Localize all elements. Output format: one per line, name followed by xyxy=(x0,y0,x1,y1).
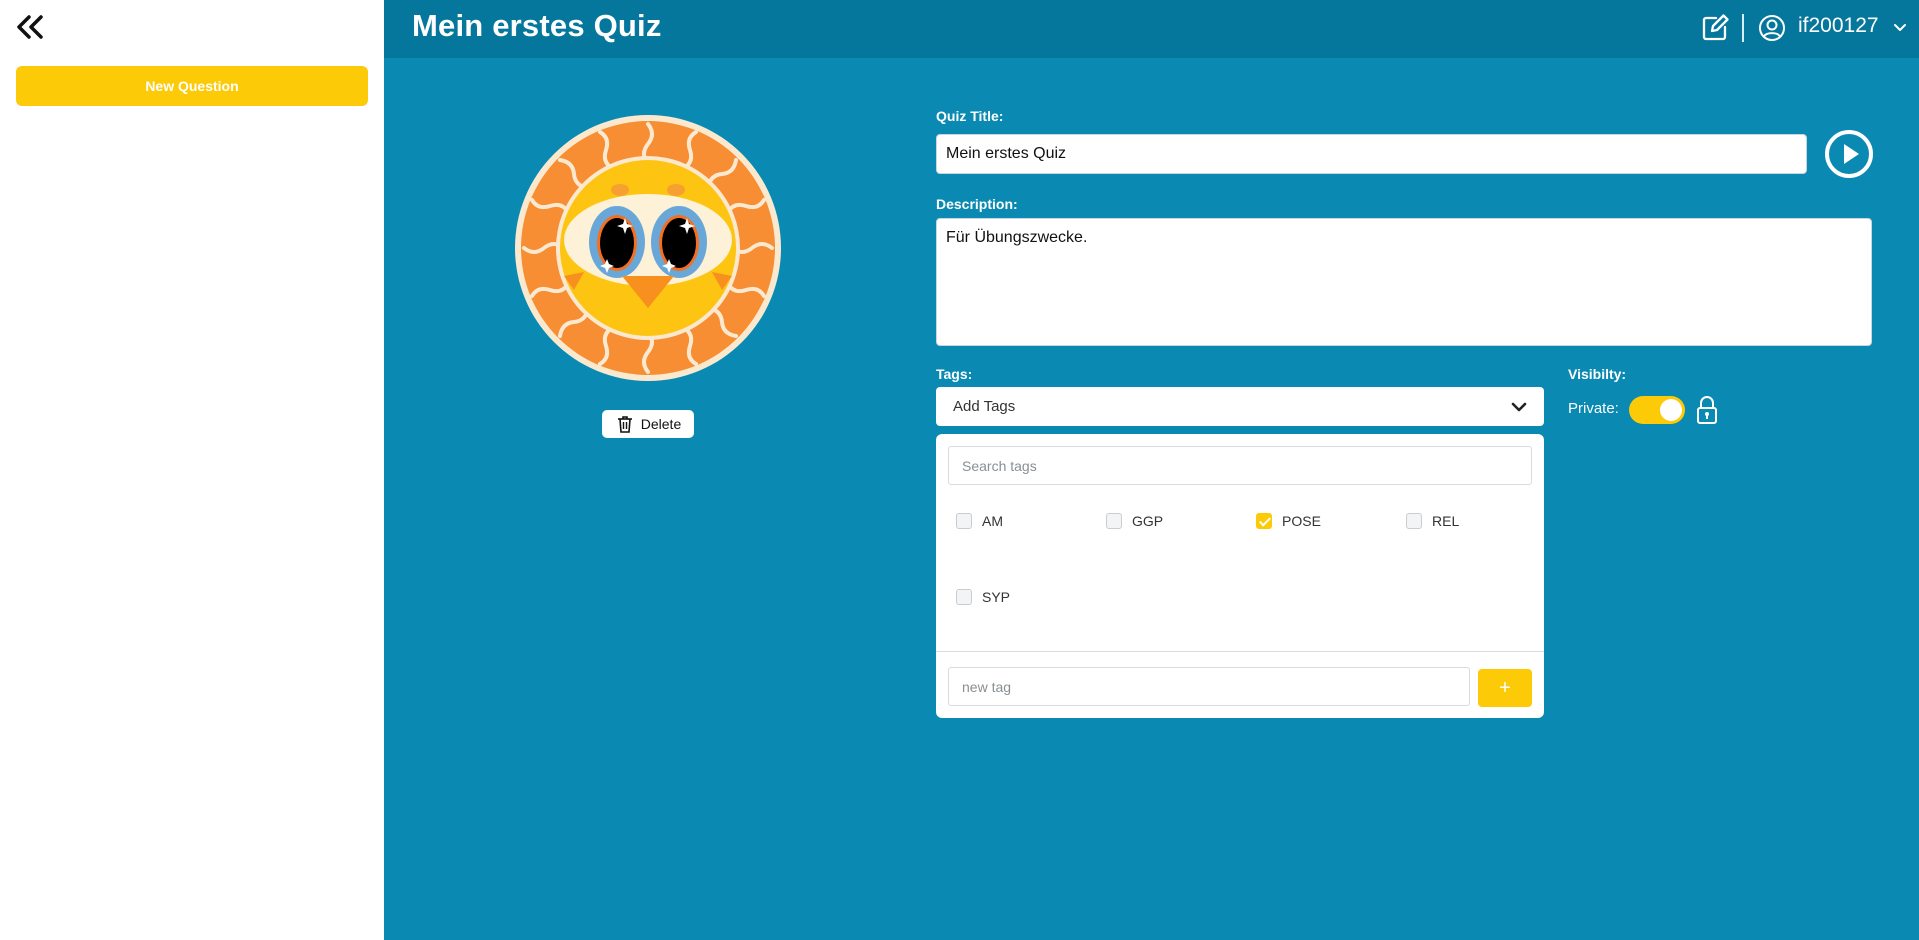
user-circle-icon[interactable] xyxy=(1757,13,1787,43)
tags-dropdown[interactable]: Add Tags xyxy=(936,387,1544,426)
tag-option-label: GGP xyxy=(1132,513,1164,529)
tag-option-label: REL xyxy=(1432,513,1460,529)
tag-search-input[interactable]: Search tags xyxy=(948,446,1532,485)
trash-icon xyxy=(617,416,632,433)
play-quiz-button[interactable] xyxy=(1824,129,1874,179)
page-title: Mein erstes Quiz xyxy=(412,8,662,43)
tag-option-label: AM xyxy=(982,513,1003,529)
tags-divider xyxy=(936,651,1544,652)
private-toggle[interactable] xyxy=(1629,396,1685,424)
top-header: Mein erstes Quiz if200127 xyxy=(384,0,1919,58)
add-tag-button[interactable]: + xyxy=(1478,669,1532,707)
tag-option-syp[interactable]: SYP xyxy=(956,589,1010,605)
private-label: Private: xyxy=(1568,400,1619,417)
username[interactable]: if200127 xyxy=(1798,14,1879,38)
new-tag-input[interactable]: new tag xyxy=(948,667,1470,706)
quiz-title-input[interactable]: Mein erstes Quiz xyxy=(936,134,1807,174)
tag-option-label: SYP xyxy=(982,589,1011,605)
sidebar: New Question xyxy=(0,0,384,940)
description-label: Description: xyxy=(936,196,1018,212)
tag-checkbox[interactable] xyxy=(956,589,972,605)
chevron-down-icon[interactable] xyxy=(1892,20,1908,36)
tags-dropdown-placeholder: Add Tags xyxy=(953,398,1016,415)
visibility-label: Visibilty: xyxy=(1568,366,1627,382)
tag-option-label: POSE xyxy=(1282,513,1321,529)
new-question-button[interactable]: New Question xyxy=(16,66,368,106)
header-divider xyxy=(1742,14,1744,42)
quiz-avatar-image xyxy=(512,112,784,384)
tag-checkbox-checked[interactable] xyxy=(1256,513,1272,529)
play-circle-icon xyxy=(1825,130,1873,178)
tag-option-rel[interactable]: REL xyxy=(1406,513,1459,529)
tag-option-am[interactable]: AM xyxy=(956,513,1003,529)
quiz-title-label: Quiz Title: xyxy=(936,108,1004,124)
tags-panel: Search tags AM GGP POSE REL SYP new tag … xyxy=(936,434,1544,718)
double-chevron-left-icon xyxy=(17,15,43,39)
tags-label: Tags: xyxy=(936,366,973,382)
delete-image-button[interactable]: Delete xyxy=(602,410,694,438)
tag-checkbox[interactable] xyxy=(956,513,972,529)
collapse-sidebar-button[interactable] xyxy=(14,12,48,42)
chevron-down-icon xyxy=(1511,402,1527,412)
tag-checkbox[interactable] xyxy=(1106,513,1122,529)
toggle-knob xyxy=(1660,399,1682,421)
lock-icon xyxy=(1695,395,1719,425)
edit-icon[interactable] xyxy=(1700,13,1730,43)
tag-checkbox[interactable] xyxy=(1406,513,1422,529)
description-textarea[interactable]: Für Übungszwecke. xyxy=(936,218,1872,346)
delete-label: Delete xyxy=(640,416,682,432)
tag-option-pose[interactable]: POSE xyxy=(1256,513,1321,529)
tag-option-ggp[interactable]: GGP xyxy=(1106,513,1163,529)
